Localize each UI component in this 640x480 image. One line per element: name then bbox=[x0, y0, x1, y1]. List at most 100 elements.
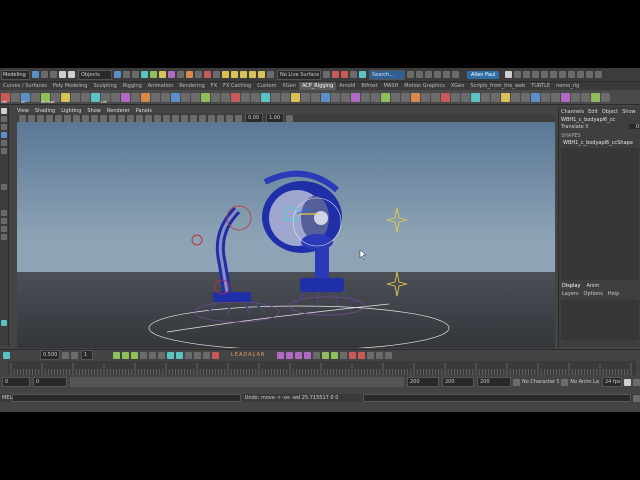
settings-icon[interactable] bbox=[523, 71, 531, 78]
shelf-tool-icon[interactable] bbox=[11, 92, 20, 102]
tool-settings-icon[interactable] bbox=[443, 71, 450, 78]
shelf-tab[interactable]: Bifrost bbox=[358, 82, 380, 90]
shelf-tool-icon[interactable] bbox=[141, 92, 150, 102]
sidebar-toggle-icon[interactable] bbox=[425, 71, 432, 78]
open-scene-icon[interactable] bbox=[41, 71, 48, 78]
select-tool-icon[interactable] bbox=[1, 108, 7, 114]
menu-toggle-icon[interactable] bbox=[586, 71, 594, 78]
shelf-tool-icon[interactable] bbox=[531, 92, 540, 102]
render-settings-icon[interactable] bbox=[350, 71, 357, 78]
key-tool-icon[interactable] bbox=[203, 351, 210, 359]
shelf-tool-icon[interactable]: CP bbox=[21, 92, 30, 104]
shelf-tool-icon[interactable] bbox=[351, 92, 360, 102]
depth-of-field-icon[interactable] bbox=[199, 114, 206, 122]
shelf-tool-icon[interactable] bbox=[401, 92, 410, 102]
shelf-tab[interactable]: FX bbox=[208, 82, 220, 90]
smooth-shade-icon[interactable] bbox=[118, 114, 125, 122]
channel-menu-show[interactable]: Show bbox=[622, 109, 636, 115]
selection-mask-dropdown[interactable]: Objects bbox=[78, 69, 112, 80]
anim-tool-icon[interactable] bbox=[277, 351, 285, 359]
shelf-tool-icon[interactable] bbox=[461, 92, 470, 102]
command-language-label[interactable]: MEL bbox=[2, 395, 12, 401]
key-tool-icon[interactable] bbox=[185, 351, 192, 359]
shelf-tab[interactable]: Scripts_from_the_web bbox=[467, 82, 528, 90]
textured-icon[interactable] bbox=[145, 114, 152, 122]
rotate-tool-icon[interactable] bbox=[1, 140, 7, 146]
shelf-tab[interactable]: Arnold bbox=[336, 82, 358, 90]
panel-layout-icon[interactable] bbox=[532, 71, 540, 78]
film-gate-icon[interactable] bbox=[64, 114, 71, 122]
attribute-value[interactable]: 0 bbox=[629, 124, 639, 130]
shelf-tool-icon[interactable] bbox=[391, 92, 400, 102]
shelf-tool-icon[interactable] bbox=[521, 92, 530, 102]
mask-joint-icon[interactable] bbox=[150, 71, 157, 78]
bookmarks-icon[interactable] bbox=[37, 114, 44, 122]
preferences-icon[interactable] bbox=[633, 378, 640, 386]
layer-tab-display[interactable]: Display bbox=[562, 283, 580, 289]
key-tool-icon[interactable] bbox=[212, 351, 219, 359]
shelf-tool-icon[interactable] bbox=[61, 92, 70, 102]
side-by-side-layout-icon[interactable] bbox=[1, 226, 7, 232]
shelf-tool-icon[interactable]: Random bbox=[41, 92, 53, 104]
current-frame-field[interactable]: 0.500 bbox=[40, 350, 60, 360]
undo-icon[interactable] bbox=[59, 71, 66, 78]
screen-space-ao-icon[interactable] bbox=[172, 114, 179, 122]
shelf-tool-icon[interactable] bbox=[451, 92, 460, 102]
shelf-tool-icon[interactable] bbox=[251, 92, 260, 102]
shelf-tool-icon[interactable] bbox=[581, 92, 590, 102]
key-tool-icon[interactable] bbox=[140, 351, 147, 359]
shelf-tool-icon[interactable] bbox=[301, 92, 310, 102]
shelf-tool-icon[interactable] bbox=[31, 92, 40, 102]
safe-action-icon[interactable] bbox=[100, 114, 107, 122]
anim-tool-icon[interactable] bbox=[331, 351, 339, 359]
modeling-toolkit-icon[interactable] bbox=[595, 71, 603, 78]
shelf-tab[interactable]: XGen bbox=[279, 82, 299, 90]
panel-menu-shading[interactable]: Shading bbox=[35, 108, 55, 114]
panel-menu-view[interactable]: View bbox=[17, 108, 29, 114]
camera-attributes-icon[interactable] bbox=[28, 114, 35, 122]
select-hierarchy-icon[interactable] bbox=[114, 71, 121, 78]
anim-start-field[interactable]: 0 bbox=[2, 377, 30, 387]
shelf-tool-icon[interactable] bbox=[331, 92, 340, 102]
gate-mask-icon[interactable] bbox=[82, 114, 89, 122]
hypergraph-icon[interactable] bbox=[577, 71, 585, 78]
shelf-tool-icon[interactable] bbox=[91, 92, 100, 102]
shelf-tab[interactable]: Custom bbox=[254, 82, 279, 90]
anim-layer-icon[interactable] bbox=[561, 378, 569, 386]
graph-editor-icon[interactable] bbox=[568, 71, 576, 78]
paint-select-icon[interactable] bbox=[1, 124, 7, 130]
anim-tool-icon[interactable] bbox=[367, 351, 375, 359]
shelf-tool-icon[interactable] bbox=[121, 92, 130, 102]
shelf-tab[interactable]: nemo_rig bbox=[553, 82, 582, 90]
anim-tool-icon[interactable] bbox=[313, 351, 321, 359]
shelf-tab[interactable]: MASH bbox=[381, 82, 402, 90]
mask-deform-icon[interactable] bbox=[177, 71, 184, 78]
shelf-tool-icon[interactable]: Loft bbox=[101, 92, 110, 104]
wireframe-on-shaded-icon[interactable] bbox=[136, 114, 143, 122]
last-tool-icon[interactable] bbox=[1, 184, 7, 190]
grid-toggle-icon[interactable] bbox=[55, 114, 62, 122]
shelf-tool-icon[interactable] bbox=[491, 92, 500, 102]
anim-tool-icon[interactable] bbox=[349, 351, 357, 359]
panel-menu-show[interactable]: Show bbox=[87, 108, 101, 114]
channel-menu-channels[interactable]: Channels bbox=[561, 109, 584, 115]
shelf-tool-icon[interactable] bbox=[371, 92, 380, 102]
ipr-render-icon[interactable] bbox=[341, 71, 348, 78]
camera-select-icon[interactable] bbox=[19, 114, 26, 122]
time-tool-icon[interactable] bbox=[71, 351, 78, 359]
image-plane-icon[interactable] bbox=[46, 114, 53, 122]
shelf-tab[interactable]: Animation bbox=[145, 82, 177, 90]
command-input[interactable] bbox=[12, 394, 241, 402]
hypershade-icon[interactable] bbox=[359, 71, 366, 78]
shelf-tool-icon[interactable] bbox=[431, 92, 440, 102]
shelf-tool-icon[interactable] bbox=[311, 92, 320, 102]
default-material-icon[interactable] bbox=[127, 114, 134, 122]
anim-tool-icon[interactable] bbox=[322, 351, 330, 359]
anim-layer-label[interactable]: No Anim Layer bbox=[570, 379, 599, 385]
shelf-editor-icon[interactable] bbox=[550, 71, 558, 78]
shelf-tool-icon[interactable] bbox=[71, 92, 80, 102]
shelf-tool-icon[interactable] bbox=[171, 92, 180, 102]
shelf-tool-icon[interactable] bbox=[481, 92, 490, 102]
anim-tool-icon[interactable] bbox=[358, 351, 366, 359]
anim-tool-icon[interactable] bbox=[295, 351, 303, 359]
